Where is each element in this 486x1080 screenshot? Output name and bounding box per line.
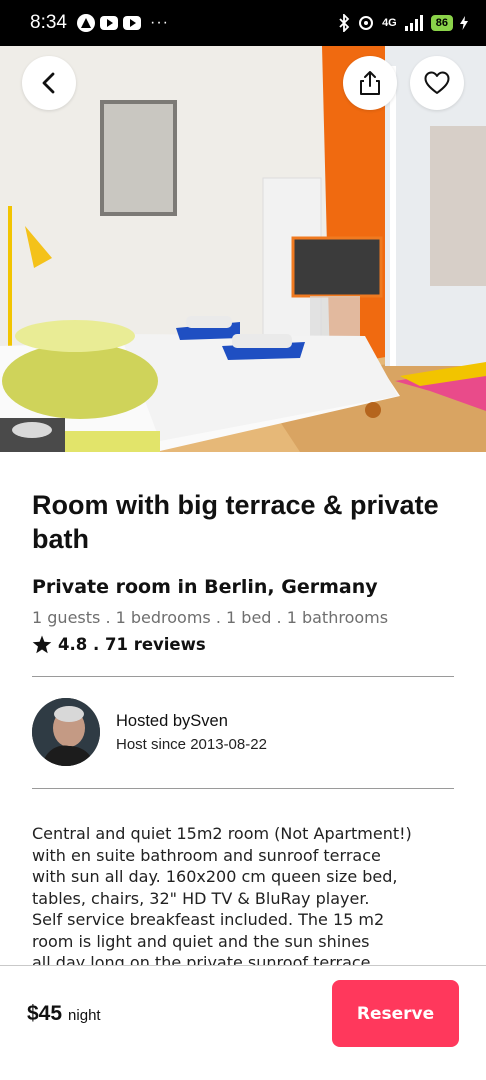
notification-icons: ··· (76, 14, 169, 32)
listing-rating[interactable]: 4.8 . 71 reviews (32, 635, 454, 654)
host-name: Hosted bySven (116, 711, 228, 730)
booking-bar: $45 night Reserve (0, 965, 486, 1080)
divider (32, 676, 454, 677)
price: $45 night (27, 1002, 101, 1026)
share-icon (360, 71, 380, 95)
host-info[interactable]: Hosted bySven Host since 2013-08-22 (32, 698, 267, 766)
youtube-icon (122, 16, 141, 30)
app-notification-icon (76, 14, 95, 32)
reserve-button[interactable]: Reserve (332, 980, 459, 1047)
favorite-button[interactable] (410, 56, 464, 110)
host-avatar (32, 698, 100, 766)
listing-title: Room with big terrace & private bath (32, 490, 439, 554)
arrow-left-icon (42, 72, 55, 94)
heart-icon (424, 71, 450, 94)
listing-info: Room with big terrace & private bath Pri… (32, 452, 454, 654)
battery-icon: 86 (430, 15, 453, 31)
star-icon (32, 635, 52, 654)
bluetooth-icon (339, 14, 350, 32)
more-notifications-icon: ··· (149, 14, 169, 31)
room-photo-illustration (0, 46, 486, 452)
hotspot-icon (359, 16, 374, 30)
youtube-icon (99, 16, 118, 30)
listing-details: 1 guests . 1 bedrooms . 1 bed . 1 bathro… (32, 608, 389, 627)
listing-description: Central and quiet 15m2 room (Not Apartme… (32, 824, 412, 965)
system-icons: 4G 86 (338, 14, 468, 32)
price-amount: $45 (27, 1002, 63, 1025)
back-button[interactable] (22, 56, 76, 110)
price-unit: night (68, 1007, 101, 1024)
listing-location: Private room in Berlin, Germany (32, 576, 378, 598)
network-type: 4G (382, 17, 397, 29)
host-text: Hosted bySven Host since 2013-08-22 (116, 712, 267, 753)
status-time: 8:34 (30, 12, 67, 33)
status-bar: 8:34 ··· 4G 86 (0, 0, 486, 46)
share-button[interactable] (343, 56, 397, 110)
host-since: Host since 2013-08-22 (116, 735, 267, 753)
charging-icon (460, 16, 468, 30)
rating-text: 4.8 . 71 reviews (58, 635, 206, 654)
listing-photo[interactable] (0, 46, 486, 452)
signal-icon (404, 15, 423, 31)
divider (32, 788, 454, 789)
